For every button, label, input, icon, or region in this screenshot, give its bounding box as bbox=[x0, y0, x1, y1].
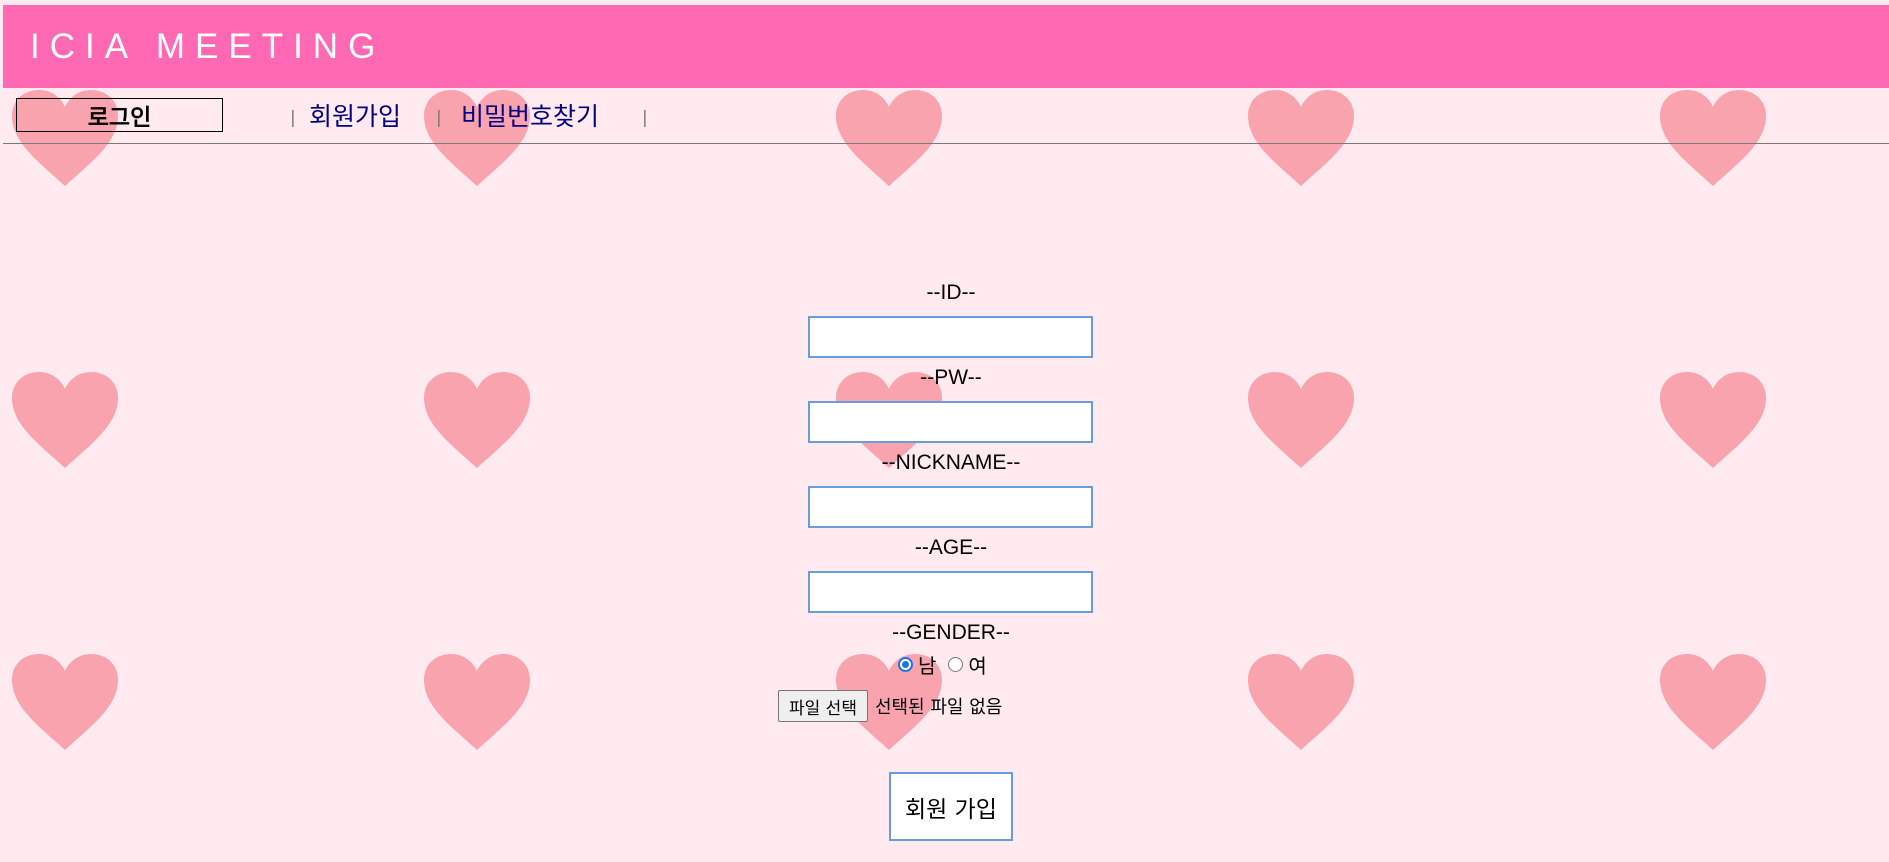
nav-separator: | bbox=[642, 108, 648, 128]
id-label: --ID-- bbox=[926, 281, 976, 304]
site-header: ICIA MEETING bbox=[3, 5, 1889, 88]
top-nav: 로그인 | 회원가입 | 비밀번호찾기 | bbox=[0, 88, 1889, 145]
gender-label: --GENDER-- bbox=[892, 621, 1010, 644]
heart-icon bbox=[1246, 652, 1356, 752]
nav-separator: | bbox=[290, 108, 296, 128]
pw-label: --PW-- bbox=[920, 366, 982, 389]
gender-radio-male[interactable] bbox=[898, 656, 913, 672]
site-title: ICIA MEETING bbox=[30, 27, 386, 66]
id-input[interactable] bbox=[808, 316, 1093, 358]
nav-divider bbox=[3, 143, 1889, 144]
gender-radio-female[interactable] bbox=[948, 656, 964, 672]
gender-option-label: 여 bbox=[968, 653, 987, 678]
login-tab[interactable]: 로그인 bbox=[16, 98, 223, 132]
heart-icon bbox=[10, 652, 120, 752]
heart-icon bbox=[1658, 652, 1768, 752]
age-input[interactable] bbox=[808, 571, 1093, 613]
nav-separator: | bbox=[436, 108, 442, 128]
nickname-input[interactable] bbox=[808, 486, 1093, 528]
file-status-text: 선택된 파일 없음 bbox=[874, 697, 1003, 718]
nav-link-signup[interactable]: 회원가입 bbox=[309, 97, 401, 133]
file-upload-row: 파일 선택 선택된 파일 없음 bbox=[778, 690, 1002, 722]
nav-link-find-password[interactable]: 비밀번호찾기 bbox=[461, 97, 599, 133]
heart-icon bbox=[422, 652, 532, 752]
choose-file-button[interactable]: 파일 선택 bbox=[778, 690, 868, 722]
age-label: --AGE-- bbox=[914, 536, 988, 559]
nickname-label: --NICKNAME-- bbox=[881, 451, 1021, 474]
gender-radio-group: 남 여 bbox=[898, 651, 987, 678]
pw-input[interactable] bbox=[808, 401, 1093, 443]
gender-option-label: 남 bbox=[918, 653, 937, 678]
signup-submit-button[interactable]: 회원 가입 bbox=[889, 772, 1013, 841]
